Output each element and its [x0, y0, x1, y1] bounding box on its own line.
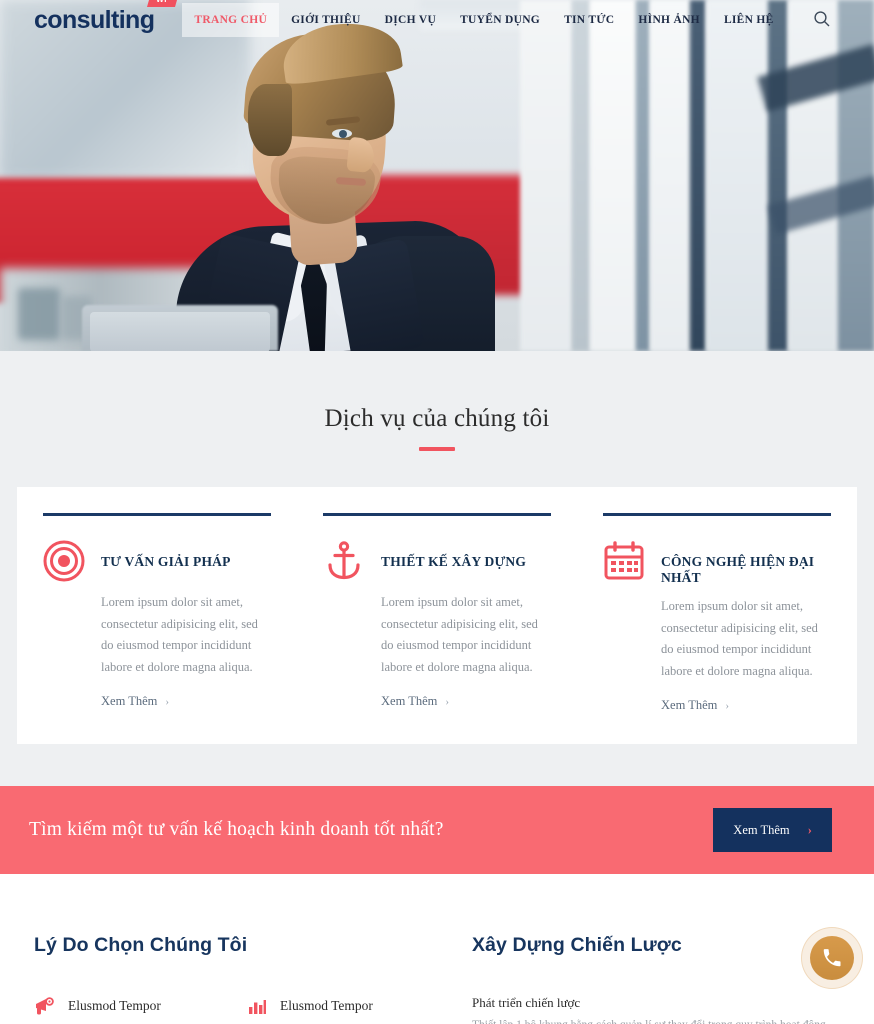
card-top-rule [603, 513, 831, 516]
site-logo[interactable]: consulting WP [34, 0, 179, 35]
bar-chart-icon [246, 995, 268, 1017]
cta-headline: Tìm kiếm một tư vấn kế hoạch kinh doanh … [29, 819, 444, 840]
strategy-item: Phát triển chiến lược Thiết lập 1 bộ khu… [472, 995, 840, 1024]
phone-icon [810, 936, 854, 980]
card-title: TƯ VẤN GIẢI PHÁP [101, 554, 231, 569]
nav-item-gioi-thieu[interactable]: GIỚI THIỆU [279, 3, 373, 37]
page-root: consulting WP TRANG CHỦ GIỚI THIỆU DỊCH … [0, 0, 874, 1024]
nav-item-tuyen-dung[interactable]: TUYỂN DỤNG [448, 3, 552, 37]
service-cards-container: TƯ VẤN GIẢI PHÁP Lorem ipsum dolor sit a… [17, 487, 857, 744]
strategy-item-body: Thiết lập 1 bộ khung bằng cách quản lí s… [472, 1016, 840, 1024]
card-body: Lorem ipsum dolor sit amet, consectetur … [661, 599, 818, 678]
feature-list: Elusmod Tempor Duis aute irure dolor in … [34, 995, 434, 1024]
service-card: TƯ VẤN GIẢI PHÁP Lorem ipsum dolor sit a… [17, 513, 297, 714]
card-link-label: Xem Thêm [661, 698, 718, 712]
strategy-item-title: Phát triển chiến lược [472, 995, 581, 1010]
cta-banner: Tìm kiếm một tư vấn kế hoạch kinh doanh … [0, 786, 874, 874]
megaphone-icon [34, 995, 56, 1017]
anchor-icon [323, 540, 365, 582]
calendar-icon [603, 540, 645, 582]
feature-item: Elusmod Tempor Duis aute irure dolor in … [34, 995, 220, 1024]
card-link-label: Xem Thêm [381, 694, 438, 708]
card-read-more-link[interactable]: Xem Thêm › [381, 694, 449, 709]
nav-item-tin-tuc[interactable]: TIN TỨC [552, 3, 626, 37]
title-accent-rule [419, 447, 455, 451]
hero-businessman [150, 8, 510, 351]
chevron-right-icon: › [807, 822, 812, 837]
card-link-label: Xem Thêm [101, 694, 158, 708]
why-us-column: Lý Do Chọn Chúng Tôi Elusmod Tempor Elus… [34, 934, 434, 1024]
card-top-rule [43, 513, 271, 516]
card-body: Lorem ipsum dolor sit amet, consectetur … [381, 595, 538, 674]
strategy-list: Phát triển chiến lược Thiết lập 1 bộ khu… [472, 995, 840, 1024]
chevron-right-icon: › [725, 699, 730, 712]
main-navigation: TRANG CHỦ GIỚI THIỆU DỊCH VỤ TUYỂN DỤNG … [182, 3, 785, 37]
feature-title: Elusmod Tempor [68, 998, 161, 1013]
nav-item-hinh-anh[interactable]: HÌNH ẢNH [626, 3, 712, 37]
services-section: Dịch vụ của chúng tôi TƯ VẤN GIẢI PHÁP L… [0, 351, 874, 786]
site-header: consulting WP TRANG CHỦ GIỚI THIỆU DỊCH … [0, 0, 874, 40]
cta-button[interactable]: Xem Thêm › [713, 808, 832, 852]
strategy-column: Xây Dựng Chiến Lược Phát triển chiến lượ… [472, 934, 840, 1024]
why-us-heading: Lý Do Chọn Chúng Tôi [34, 934, 248, 956]
services-title: Dịch vụ của chúng tôi [324, 405, 550, 432]
strategy-heading: Xây Dựng Chiến Lược [472, 934, 682, 956]
nav-item-lien-he[interactable]: LIÊN HỆ [712, 3, 786, 37]
card-read-more-link[interactable]: Xem Thêm › [661, 698, 729, 713]
chevron-right-icon: › [165, 695, 170, 708]
card-read-more-link[interactable]: Xem Thêm › [101, 694, 169, 709]
search-icon[interactable] [812, 9, 832, 29]
hero-section: consulting WP TRANG CHỦ GIỚI THIỆU DỊCH … [0, 0, 874, 351]
feature-item: Elusmod Tempor Duis aute irure dolor in … [246, 995, 432, 1024]
lower-section: Lý Do Chọn Chúng Tôi Elusmod Tempor Elus… [0, 874, 874, 1024]
feature-title: Elusmod Tempor [280, 998, 373, 1013]
card-title: CÔNG NGHỆ HIỆN ĐẠI NHẤT [661, 554, 815, 585]
logo-text: consulting [34, 5, 155, 34]
nav-item-dich-vu[interactable]: DỊCH VỤ [373, 3, 448, 37]
floating-call-button[interactable] [801, 927, 863, 989]
logo-badge: WP [146, 0, 179, 7]
card-title: THIẾT KẾ XÂY DỰNG [381, 554, 527, 569]
card-body: Lorem ipsum dolor sit amet, consectetur … [101, 595, 258, 674]
nav-item-trang-chu[interactable]: TRANG CHỦ [182, 3, 280, 37]
chevron-right-icon: › [445, 695, 450, 708]
hero-image [0, 0, 874, 351]
cta-button-label: Xem Thêm [733, 822, 790, 837]
target-icon [43, 540, 85, 582]
service-card: CÔNG NGHỆ HIỆN ĐẠI NHẤT Lorem ipsum dolo… [577, 513, 857, 714]
card-top-rule [323, 513, 551, 516]
service-card: THIẾT KẾ XÂY DỰNG Lorem ipsum dolor sit … [297, 513, 577, 714]
